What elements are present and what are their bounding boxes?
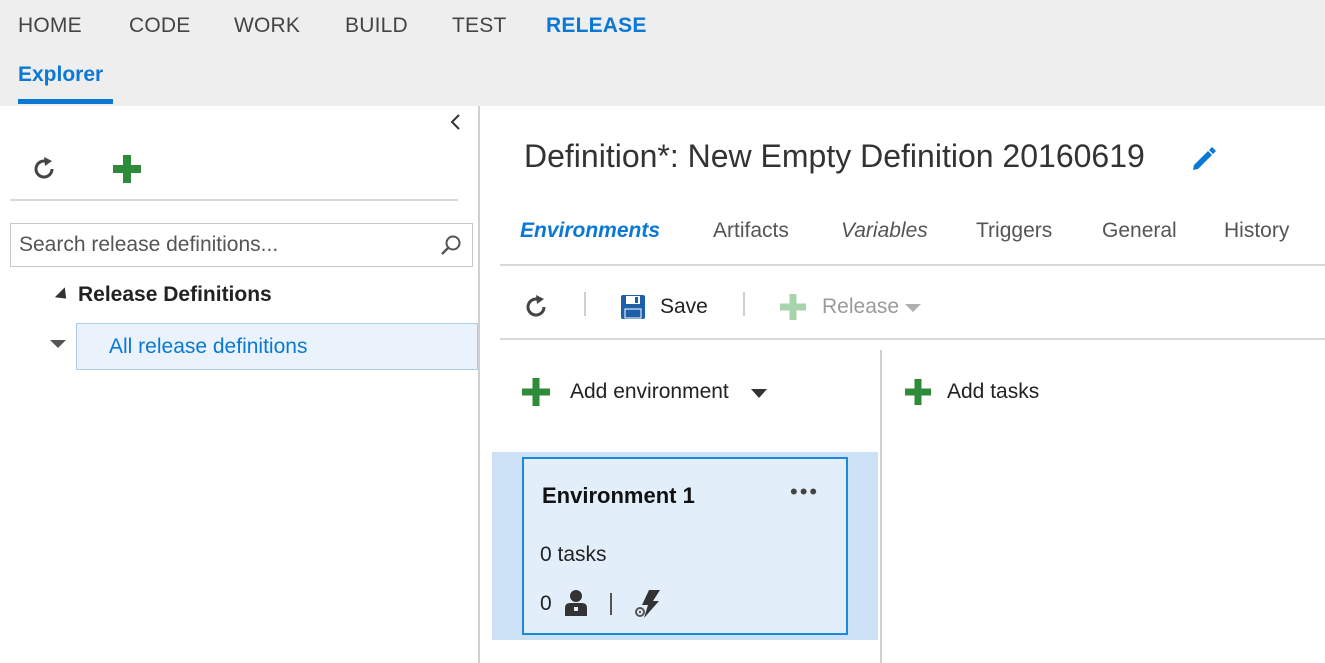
tab-triggers[interactable]: Triggers: [976, 219, 1052, 243]
search-box: [10, 223, 473, 267]
environment-task-count: 0 tasks: [540, 543, 607, 566]
chevron-down-icon[interactable]: [750, 389, 767, 398]
add-tasks-button[interactable]: Add tasks: [903, 376, 1039, 408]
add-environment-label: Add environment: [570, 380, 729, 403]
environment-column-divider: [880, 350, 882, 663]
environment-card[interactable]: Environment 1 ••• 0 tasks 0: [522, 457, 848, 635]
nav-code[interactable]: CODE: [129, 14, 190, 38]
refresh-icon[interactable]: [521, 292, 551, 322]
subnav-active-indicator: [18, 99, 113, 104]
search-icon[interactable]: [440, 234, 462, 256]
add-tasks-label: Add tasks: [947, 380, 1040, 403]
floppy-disk-icon: [621, 295, 645, 319]
toolbar-separator: [743, 292, 745, 316]
page-title: Definition*: New Empty Definition 201606…: [524, 138, 1145, 174]
person-icon[interactable]: [564, 589, 588, 617]
nav-test[interactable]: TEST: [452, 14, 506, 38]
tree-item-all-release-definitions[interactable]: All release definitions: [76, 323, 478, 370]
environment-approver-count: 0: [540, 592, 552, 615]
tab-variables[interactable]: Variables: [841, 219, 928, 243]
more-options-icon[interactable]: •••: [790, 479, 819, 505]
plus-icon: [905, 379, 931, 405]
trigger-lightning-icon[interactable]: [634, 589, 662, 619]
save-button[interactable]: Save: [620, 292, 708, 322]
tabs-divider: [500, 264, 1325, 266]
pencil-icon[interactable]: [1188, 143, 1218, 173]
left-pane: Release Definitions All release definiti…: [0, 106, 480, 663]
search-input[interactable]: [11, 224, 431, 266]
left-toolbar-divider: [10, 199, 458, 201]
top-navigation-bar: HOME CODE WORK BUILD TEST RELEASE Explor…: [0, 0, 1325, 106]
toolbar-separator: [584, 292, 586, 316]
collapse-triangle-icon[interactable]: [54, 286, 72, 304]
tree-root-release-definitions[interactable]: Release Definitions: [54, 283, 272, 307]
environment-name: Environment 1: [542, 483, 695, 508]
add-environment-button[interactable]: Add environment: [520, 376, 767, 408]
chevron-down-icon: [905, 304, 922, 312]
nav-work[interactable]: WORK: [234, 14, 300, 38]
plus-icon[interactable]: [110, 152, 144, 186]
release-button[interactable]: Release: [778, 292, 922, 322]
chevron-left-icon[interactable]: [446, 112, 466, 132]
nav-build[interactable]: BUILD: [345, 14, 408, 38]
tab-environments[interactable]: Environments: [520, 219, 660, 243]
toolbar-divider: [500, 338, 1325, 340]
tab-artifacts[interactable]: Artifacts: [713, 219, 789, 243]
plus-icon: [522, 378, 550, 406]
tab-history[interactable]: History: [1224, 219, 1289, 243]
tree-root-label: Release Definitions: [78, 283, 272, 306]
chevron-down-icon[interactable]: [50, 340, 66, 348]
release-label: Release: [822, 295, 900, 318]
nav-home[interactable]: HOME: [18, 14, 82, 38]
subnav-explorer[interactable]: Explorer: [18, 63, 103, 87]
environment-card-separator: [610, 593, 612, 615]
save-label: Save: [660, 295, 708, 318]
plus-icon: [780, 294, 806, 320]
tab-general[interactable]: General: [1102, 219, 1177, 243]
refresh-icon[interactable]: [28, 153, 60, 185]
nav-release[interactable]: RELEASE: [546, 14, 647, 38]
